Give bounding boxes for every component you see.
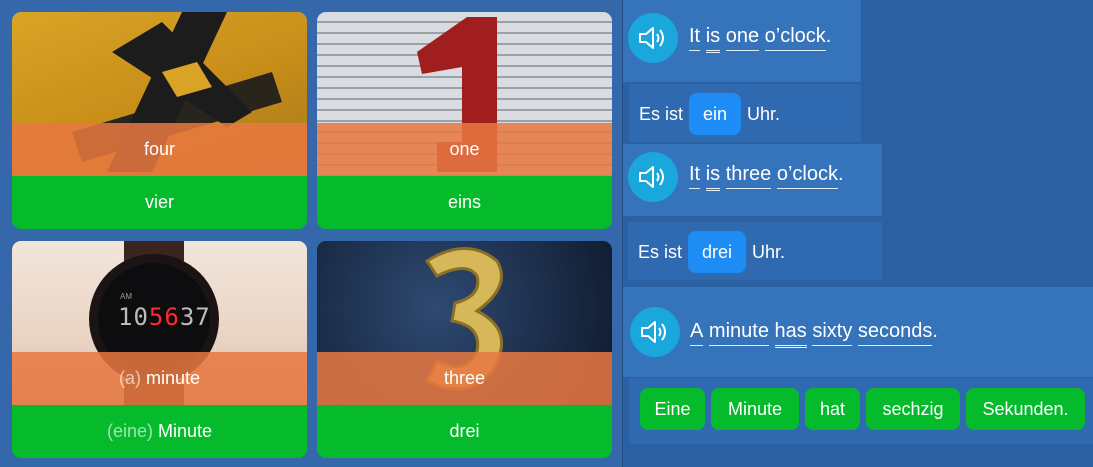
word[interactable]: It (689, 24, 701, 51)
speaker-icon (639, 166, 664, 188)
word[interactable]: is (705, 24, 721, 53)
word-chip[interactable]: Sekunden. (966, 388, 1085, 430)
word-chip[interactable]: Minute (711, 388, 799, 430)
word-chip[interactable]: sechzig (866, 388, 960, 430)
german-label: vier (12, 176, 307, 229)
english-label: four (12, 123, 307, 176)
english-sentence-1: It is one o’clock. (689, 24, 831, 53)
speaker-button-3[interactable] (630, 307, 680, 357)
watch-time: 105637 (118, 303, 211, 331)
speaker-button-1[interactable] (628, 13, 678, 63)
word[interactable]: minute (708, 319, 769, 346)
flashcards-area: four vier one eins AM 105637 (a) minute … (0, 0, 622, 467)
german-label: (eine) Minute (12, 405, 307, 458)
word[interactable]: seconds (857, 319, 933, 346)
english-label: (a) minute (12, 352, 307, 405)
flashcard-three[interactable]: three drei (317, 241, 612, 458)
word-chip[interactable]: Eine (640, 388, 705, 430)
english-label: one (317, 123, 612, 176)
german-sentence-2: Es ist drei Uhr. (638, 231, 785, 273)
word[interactable]: three (725, 162, 772, 189)
german-label: eins (317, 176, 612, 229)
word[interactable]: o’clock (764, 24, 826, 51)
speaker-button-2[interactable] (628, 152, 678, 202)
word[interactable]: sixty (812, 319, 853, 346)
word-chip[interactable]: hat (805, 388, 860, 430)
german-label: drei (317, 405, 612, 458)
speaker-icon (641, 321, 666, 343)
answer-pill[interactable]: ein (689, 93, 742, 135)
answer-pill[interactable]: drei (688, 231, 747, 273)
speaker-icon (639, 27, 664, 49)
word[interactable]: is (705, 162, 721, 191)
word[interactable]: A (690, 319, 704, 346)
word[interactable]: It (689, 162, 701, 189)
word[interactable]: has (774, 319, 807, 348)
word[interactable]: o’clock (776, 162, 838, 189)
flashcard-minute[interactable]: AM 105637 (a) minute (eine) Minute (12, 241, 307, 458)
english-label: three (317, 352, 612, 405)
word[interactable]: one (725, 24, 760, 51)
flashcard-one[interactable]: one eins (317, 12, 612, 229)
svg-text:AM: AM (120, 292, 132, 301)
flashcard-four[interactable]: four vier (12, 12, 307, 229)
english-sentence-3: A minute has sixty seconds. (690, 319, 938, 348)
english-sentence-2: It is three o’clock. (689, 162, 844, 191)
german-sentence-1: Es ist ein Uhr. (639, 93, 780, 135)
